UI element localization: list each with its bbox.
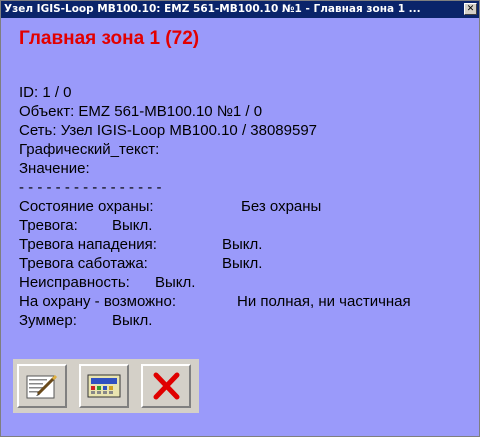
fault-value: Выкл. <box>155 274 196 291</box>
value-line: Значение: <box>19 160 90 177</box>
control-panel-icon <box>87 374 121 398</box>
id-line: ID: 1 / 0 <box>19 84 72 101</box>
alarm-row: Тревога: Выкл. <box>19 216 479 235</box>
guard-state-value: Без охраны <box>241 198 322 215</box>
fault-row: Неисправность: Выкл. <box>19 273 479 292</box>
network-line: Сеть: Узел IGIS-Loop MB100.10 / 38089597 <box>19 122 318 139</box>
control-panel-button[interactable] <box>79 364 129 408</box>
window-title: Узел IGIS-Loop MB100.10: EMZ 561-MB100.1… <box>4 3 421 15</box>
close-red-x-icon <box>153 372 180 400</box>
buzzer-row: Зуммер: Выкл. <box>19 311 479 330</box>
zone-heading: Главная зона 1 (72) <box>19 28 200 49</box>
edit-document-icon <box>26 374 58 399</box>
title-bar[interactable]: Узел IGIS-Loop MB100.10: EMZ 561-MB100.1… <box>1 1 479 18</box>
fault-label: Неисправность: <box>19 274 130 291</box>
sabotage-alarm-value: Выкл. <box>222 255 263 272</box>
object-line: Объект: EMZ 561-MB100.10 №1 / 0 <box>19 103 263 120</box>
separator-line: - - - - - - - - - - - - - - - - <box>19 179 162 196</box>
close-button[interactable] <box>141 364 191 408</box>
guard-state-label: Состояние охраны: <box>19 198 154 215</box>
zone-info-window: Узел IGIS-Loop MB100.10: EMZ 561-MB100.1… <box>0 0 480 437</box>
arm-possible-value: Ни полная, ни частичная <box>237 293 411 310</box>
sabotage-alarm-label: Тревога саботажа: <box>19 255 148 272</box>
action-toolbar <box>13 359 199 413</box>
edit-button[interactable] <box>17 364 67 408</box>
window-close-button[interactable]: ✕ <box>464 3 477 15</box>
guard-state-row: Состояние охраны: Без охраны <box>19 197 479 216</box>
arm-possible-row: На охрану - возможно: Ни полная, ни част… <box>19 292 479 311</box>
graphic-text-line: Графический_текст: <box>19 141 160 158</box>
sabotage-alarm-row: Тревога саботажа: Выкл. <box>19 254 479 273</box>
attack-alarm-row: Тревога нападения: Выкл. <box>19 235 479 254</box>
buzzer-label: Зуммер: <box>19 312 77 329</box>
arm-possible-label: На охрану - возможно: <box>19 293 176 310</box>
content-area: Главная зона 1 (72) ID: 1 / 0 Объект: EM… <box>19 25 479 330</box>
alarm-value: Выкл. <box>112 217 153 234</box>
buzzer-value: Выкл. <box>112 312 153 329</box>
attack-alarm-label: Тревога нападения: <box>19 236 157 253</box>
attack-alarm-value: Выкл. <box>222 236 263 253</box>
alarm-label: Тревога: <box>19 217 78 234</box>
